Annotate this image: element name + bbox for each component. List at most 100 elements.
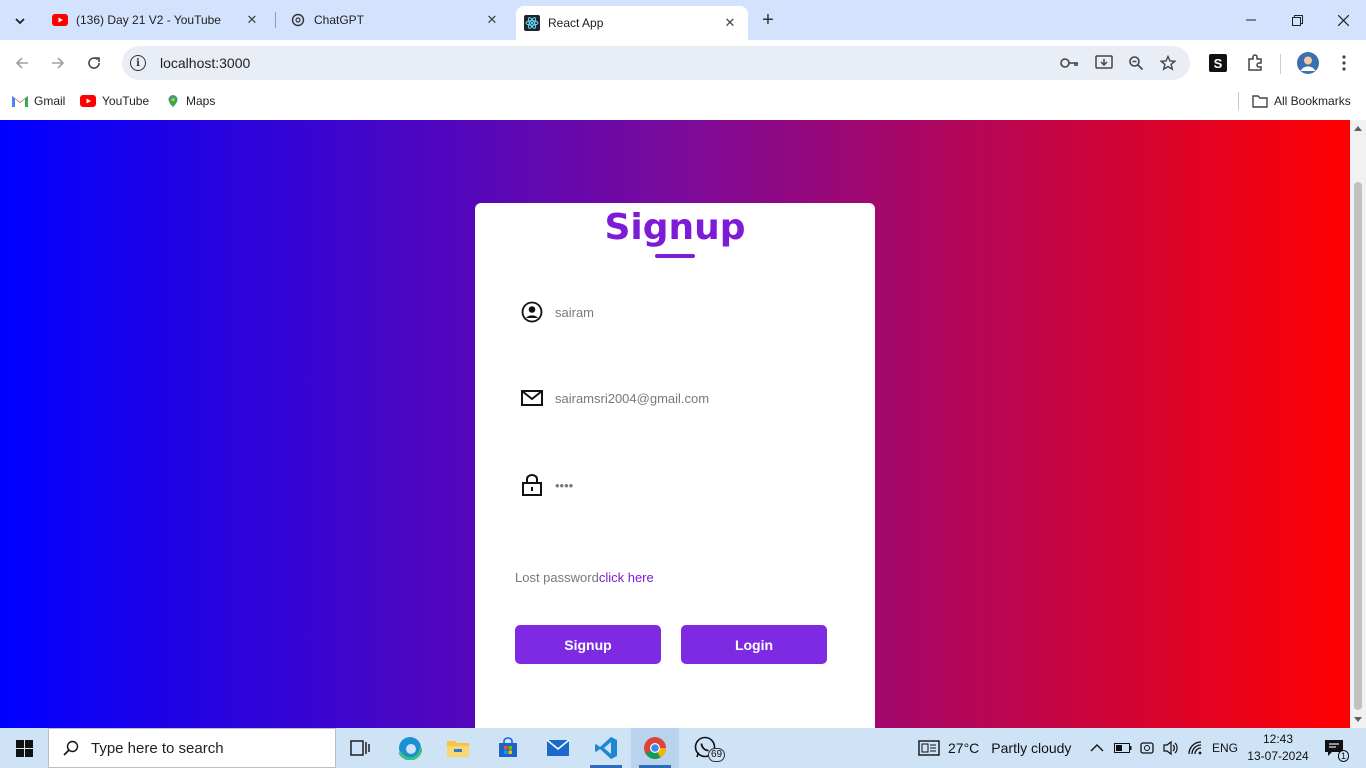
reload-button[interactable] bbox=[79, 48, 109, 78]
notifications-button[interactable]: 1 bbox=[1324, 728, 1350, 768]
meet-now-button[interactable] bbox=[1139, 728, 1155, 768]
all-bookmarks-button[interactable]: All Bookmarks bbox=[1252, 92, 1351, 110]
tab-chatgpt[interactable]: ChatGPT ✕ bbox=[278, 0, 510, 40]
weather-desc: Partly cloudy bbox=[991, 740, 1072, 756]
tab-title: React App bbox=[548, 16, 604, 30]
tab-youtube[interactable]: (136) Day 21 V2 - YouTube ✕ bbox=[40, 0, 270, 40]
bookmark-gmail[interactable]: Gmail bbox=[12, 92, 65, 110]
start-button[interactable] bbox=[0, 728, 48, 768]
user-icon bbox=[515, 300, 547, 324]
mail-app[interactable] bbox=[534, 728, 582, 768]
minimize-icon bbox=[1246, 19, 1256, 21]
key-icon[interactable] bbox=[1060, 55, 1080, 71]
folder-icon bbox=[1252, 95, 1268, 108]
site-info-icon[interactable]: i bbox=[130, 55, 146, 71]
edge-app[interactable] bbox=[386, 728, 434, 768]
url-text[interactable]: localhost:3000 bbox=[160, 55, 250, 71]
password-input[interactable]: •••• bbox=[555, 478, 573, 493]
tab-react-app[interactable]: React App ✕ bbox=[516, 6, 748, 40]
reload-icon bbox=[88, 57, 100, 69]
extensions-button[interactable] bbox=[1241, 49, 1269, 77]
browser-menu-button[interactable] bbox=[1330, 49, 1358, 77]
clock-time: 12:43 bbox=[1262, 732, 1294, 746]
forward-button[interactable] bbox=[43, 48, 73, 78]
scroll-up-arrow[interactable] bbox=[1354, 126, 1362, 131]
taskbar-search-box[interactable]: Type here to search bbox=[48, 728, 336, 768]
install-app-icon[interactable] bbox=[1094, 55, 1114, 71]
react-icon bbox=[524, 15, 540, 31]
mail-icon bbox=[515, 386, 547, 410]
bookmarks-bar: Gmail YouTube Maps All Bookmarks bbox=[0, 86, 1366, 116]
whatsapp-app[interactable] bbox=[681, 728, 729, 768]
youtube-icon bbox=[52, 12, 68, 28]
profile-avatar[interactable] bbox=[1294, 49, 1322, 77]
battery-indicator[interactable] bbox=[1114, 728, 1132, 768]
restore-icon bbox=[1291, 14, 1303, 26]
lost-password-text: Lost passwordclick here bbox=[515, 570, 654, 585]
store-app[interactable] bbox=[484, 728, 532, 768]
login-button[interactable]: Login bbox=[681, 625, 827, 664]
zoom-icon[interactable] bbox=[1126, 55, 1146, 71]
bookmark-star-icon[interactable] bbox=[1158, 55, 1178, 71]
task-view-button[interactable] bbox=[336, 728, 384, 768]
vscode-app[interactable] bbox=[582, 728, 630, 768]
battery-icon bbox=[1114, 743, 1132, 753]
volume-button[interactable] bbox=[1162, 728, 1180, 768]
chrome-app[interactable] bbox=[631, 728, 679, 768]
extension-s-button[interactable]: S bbox=[1204, 49, 1232, 77]
scroll-down-arrow[interactable] bbox=[1354, 717, 1362, 722]
mail-icon bbox=[546, 739, 570, 756]
name-field[interactable]: sairam bbox=[515, 297, 835, 327]
close-icon[interactable]: ✕ bbox=[482, 10, 502, 30]
lost-password-label: Lost password bbox=[515, 570, 599, 585]
extension-s-icon: S bbox=[1209, 54, 1227, 72]
page-title: Signup bbox=[604, 207, 746, 248]
close-window-button[interactable] bbox=[1320, 0, 1366, 40]
bookmark-youtube[interactable]: YouTube bbox=[80, 92, 149, 110]
scrollbar-thumb[interactable] bbox=[1354, 182, 1362, 710]
kebab-menu-icon bbox=[1342, 55, 1346, 71]
whatsapp-badge: 69 bbox=[708, 748, 726, 762]
page-scrollbar[interactable] bbox=[1350, 120, 1366, 728]
email-field[interactable]: sairamsri2004@gmail.com bbox=[515, 383, 835, 413]
tab-search-button[interactable] bbox=[6, 7, 34, 35]
network-button[interactable] bbox=[1187, 728, 1205, 768]
close-icon[interactable]: ✕ bbox=[720, 13, 740, 33]
back-button[interactable] bbox=[7, 48, 37, 78]
email-input[interactable]: sairamsri2004@gmail.com bbox=[555, 391, 709, 406]
maps-icon bbox=[168, 95, 178, 107]
file-explorer-app[interactable] bbox=[434, 728, 482, 768]
signup-button[interactable]: Signup bbox=[515, 625, 661, 664]
show-hidden-icons-button[interactable] bbox=[1090, 728, 1104, 768]
task-view-icon bbox=[350, 740, 370, 756]
clock[interactable]: 12:43 13-07-2024 bbox=[1246, 731, 1310, 765]
address-bar[interactable]: i localhost:3000 bbox=[122, 46, 1190, 80]
close-icon[interactable]: ✕ bbox=[242, 10, 262, 30]
browser-toolbar: i localhost:3000 S bbox=[0, 40, 1366, 86]
camera-icon bbox=[1140, 742, 1154, 754]
reset-password-link[interactable]: click here bbox=[599, 570, 654, 585]
news-weather-icon bbox=[918, 740, 940, 756]
chrome-icon bbox=[644, 737, 666, 759]
language-indicator[interactable]: ENG bbox=[1212, 728, 1238, 768]
youtube-icon bbox=[80, 95, 96, 107]
speaker-icon bbox=[1163, 740, 1178, 756]
new-tab-button[interactable]: + bbox=[756, 8, 780, 32]
vscode-icon bbox=[595, 737, 617, 759]
weather-temp: 27°C bbox=[948, 740, 980, 756]
signup-card: Signup sairam sairamsri2004@gmail.com ••… bbox=[475, 203, 875, 728]
arrow-right-icon bbox=[52, 57, 65, 69]
minimize-button[interactable] bbox=[1228, 0, 1274, 40]
chatgpt-icon bbox=[290, 12, 306, 28]
gmail-icon bbox=[12, 95, 28, 107]
weather-widget[interactable]: 27°C Partly cloudy bbox=[918, 728, 1071, 768]
search-icon bbox=[63, 740, 79, 756]
bookmark-maps[interactable]: Maps bbox=[166, 92, 215, 110]
windows-taskbar: Type here to search 69 27°C Partly cloud… bbox=[0, 728, 1366, 768]
restore-button[interactable] bbox=[1274, 0, 1320, 40]
bookmark-label: Gmail bbox=[34, 94, 66, 108]
password-field[interactable]: •••• bbox=[515, 470, 835, 500]
lock-icon bbox=[515, 473, 547, 497]
name-input[interactable]: sairam bbox=[555, 305, 594, 320]
tab-strip: (136) Day 21 V2 - YouTube ✕ ChatGPT ✕ Re… bbox=[0, 0, 1366, 40]
